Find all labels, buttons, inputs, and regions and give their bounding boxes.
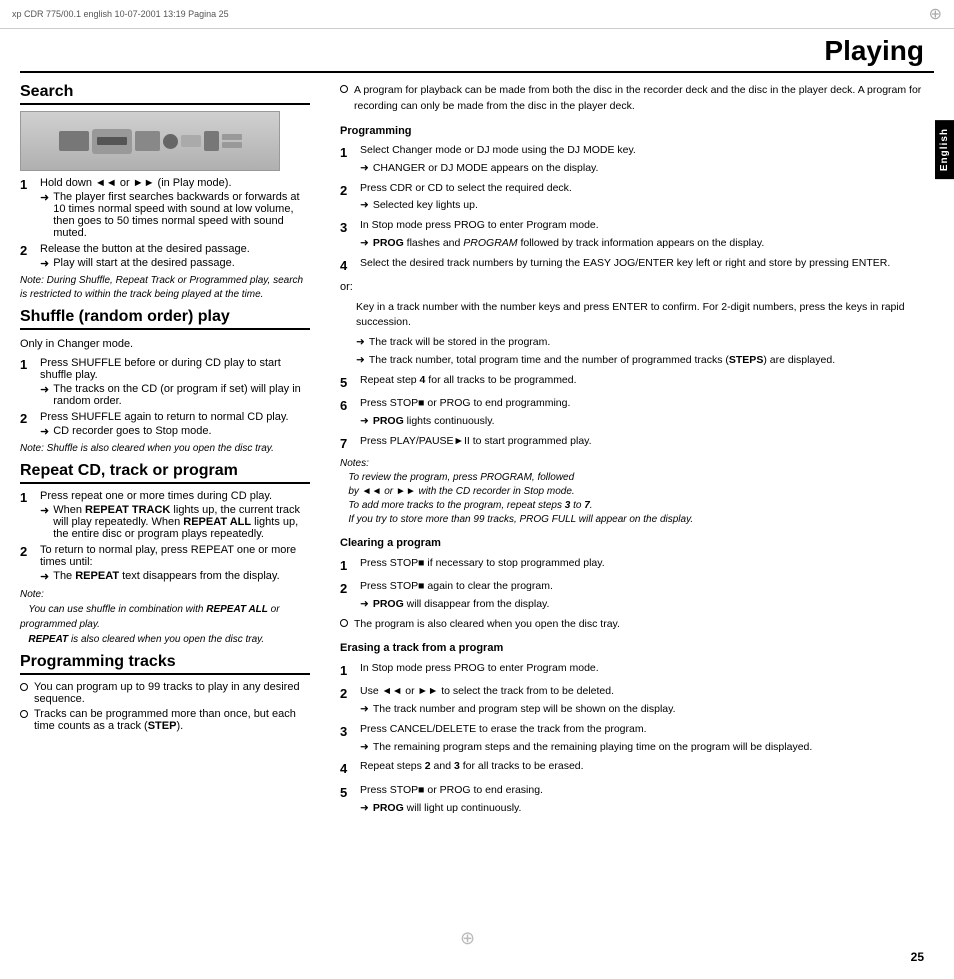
intro-item-1: A program for playback can be made from … [340,83,934,115]
left-column: Search [20,77,330,820]
repeat-step-2: 2 To return to normal play, press REPEAT… [20,544,310,583]
erasing-step-3: 3 Press CANCEL/DELETE to erase the track… [340,722,934,756]
prog-tracks-item-1: You can program up to 99 tracks to play … [20,681,310,705]
prog-step-3: 3 In Stop mode press PROG to enter Progr… [340,218,934,252]
erasing-step-2: 2 Use ◄◄ or ►► to select the track from … [340,684,934,718]
clearing-heading: Clearing a program [340,535,934,552]
clearing-bullets: The program is also cleared when you ope… [340,617,934,633]
or-instruction: Key in a track number with the number ke… [356,300,934,332]
page-title: Playing [20,35,934,67]
search-steps: 1 Hold down ◄◄ or ►► (in Play mode). ➜ T… [20,177,310,270]
repeat-note: Note: You can use shuffle in combination… [20,587,310,647]
shuffle-step-2: 2 Press SHUFFLE again to return to norma… [20,411,310,438]
page: xp CDR 775/00.1 english 10-07-2001 13:19… [0,0,954,979]
device-image [20,111,280,171]
prog-step-1: 1 Select Changer mode or DJ mode using t… [340,143,934,177]
programming-section: Programming 1 Select Changer mode or DJ … [340,123,934,528]
programming-heading: Programming [340,123,934,140]
shuffle-section: Shuffle (random order) play Only in Chan… [20,308,310,456]
bullet-icon [20,683,28,691]
programming-steps: 1 Select Changer mode or DJ mode using t… [340,143,934,275]
programming-tracks-list: You can program up to 99 tracks to play … [20,681,310,732]
erasing-heading: Erasing a track from a program [340,640,934,657]
top-bar: xp CDR 775/00.1 english 10-07-2001 13:19… [0,0,954,29]
shuffle-step-1: 1 Press SHUFFLE before or during CD play… [20,357,310,407]
repeat-steps: 1 Press repeat one or more times during … [20,490,310,583]
search-title: Search [20,83,310,105]
search-note: Note: During Shuffle, Repeat Track or Pr… [20,274,310,302]
clearing-section: Clearing a program 1 Press STOP■ if nece… [340,535,934,632]
prog-step-7: 7 Press PLAY/PAUSE►II to start programme… [340,434,934,454]
prog-step-2: 2 Press CDR or CD to select the required… [340,181,934,215]
device-img-inner [21,112,279,170]
page-number: 25 [911,950,924,964]
erasing-step-5: 5 Press STOP■ or PROG to end erasing. ➜ … [340,783,934,817]
erasing-step-4: 4 Repeat steps 2 and 3 for all tracks to… [340,759,934,779]
search-step-1: 1 Hold down ◄◄ or ►► (in Play mode). ➜ T… [20,177,310,239]
clearing-bullet-1: The program is also cleared when you ope… [340,617,934,633]
shuffle-title: Shuffle (random order) play [20,308,310,330]
step4-subs: ➜ The track will be stored in the progra… [356,335,934,369]
search-step-2: 2 Release the button at the desired pass… [20,243,310,270]
or-text: or: [340,279,934,296]
programming-tracks-title: Programming tracks [20,653,310,675]
bullet-icon [340,85,348,93]
erasing-section: Erasing a track from a program 1 In Stop… [340,640,934,816]
bullet-icon [340,619,348,627]
top-bar-crosshair: ⊕ [929,4,942,24]
prog-step-5: 5 Repeat step 4 for all tracks to be pro… [340,373,934,393]
clearing-steps: 1 Press STOP■ if necessary to stop progr… [340,556,934,613]
repeat-title: Repeat CD, track or program [20,462,310,484]
shuffle-steps: 1 Press SHUFFLE before or during CD play… [20,357,310,438]
clearing-step-2: 2 Press STOP■ again to clear the program… [340,579,934,613]
prog-tracks-item-2: Tracks can be programmed more than once,… [20,708,310,732]
right-column: A program for playback can be made from … [330,77,934,820]
bottom-crosshair: ⊕ [460,928,475,949]
main-content: Search [0,77,954,840]
programming-tracks-section: Programming tracks You can program up to… [20,653,310,732]
prog-step-4: 4 Select the desired track numbers by tu… [340,256,934,276]
shuffle-subtitle: Only in Changer mode. [20,336,310,353]
top-bar-left: xp CDR 775/00.1 english 10-07-2001 13:19… [12,9,229,19]
prog-step-6: 6 Press STOP■ or PROG to end programming… [340,396,934,430]
erasing-steps: 1 In Stop mode press PROG to enter Progr… [340,661,934,817]
erasing-step-1: 1 In Stop mode press PROG to enter Progr… [340,661,934,681]
shuffle-note: Note: Shuffle is also cleared when you o… [20,442,310,456]
programming-notes: Notes: To review the program, press PROG… [340,457,934,527]
intro-list: A program for playback can be made from … [340,83,934,115]
search-section: Search [20,83,310,302]
repeat-step-1: 1 Press repeat one or more times during … [20,490,310,540]
english-tab: English [935,120,954,179]
repeat-section: Repeat CD, track or program 1 Press repe… [20,462,310,647]
bullet-icon [20,710,28,718]
programming-steps-cont: 5 Repeat step 4 for all tracks to be pro… [340,373,934,454]
clearing-step-1: 1 Press STOP■ if necessary to stop progr… [340,556,934,576]
